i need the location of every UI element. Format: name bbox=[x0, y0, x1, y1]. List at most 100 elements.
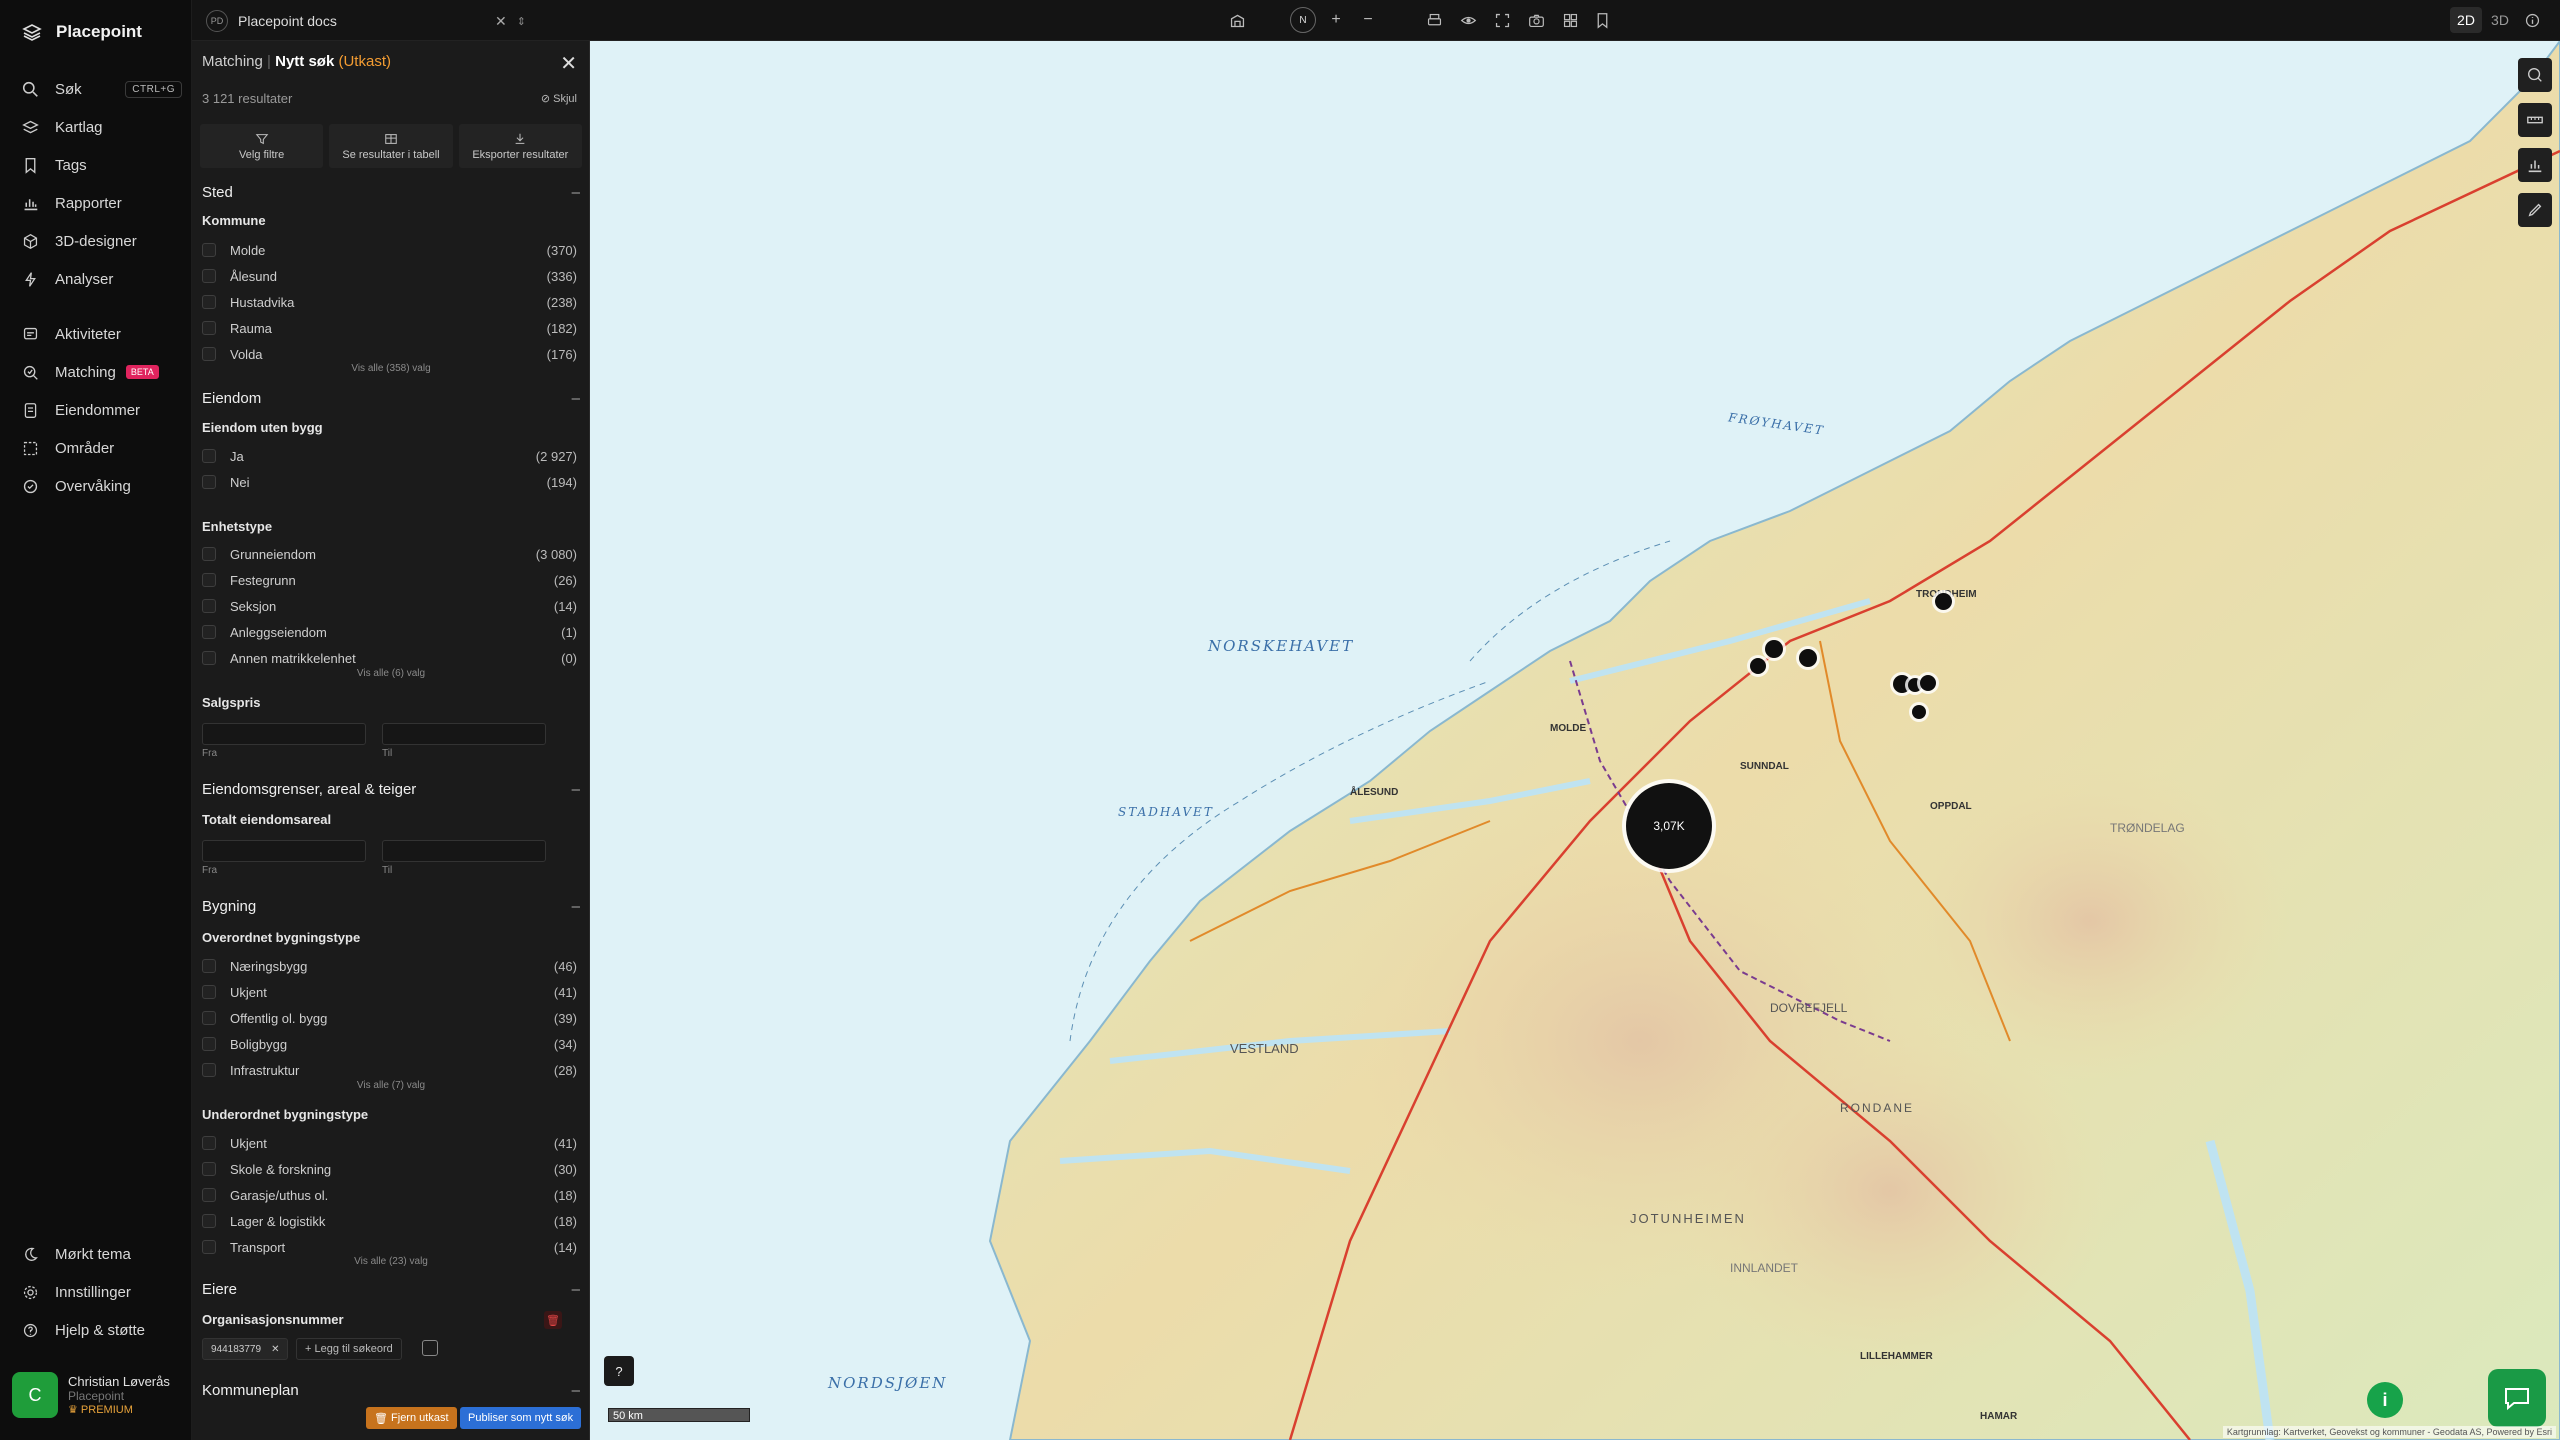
map-cluster-marker[interactable] bbox=[1750, 658, 1766, 674]
checkbox[interactable] bbox=[202, 269, 216, 283]
collapse-icon[interactable]: – bbox=[572, 184, 580, 201]
bookmark-icon[interactable] bbox=[1592, 10, 1612, 30]
buildings-icon[interactable] bbox=[1227, 10, 1247, 30]
checkbox[interactable] bbox=[202, 599, 216, 613]
collapse-icon[interactable]: – bbox=[572, 898, 580, 915]
nav-item-eiendommer[interactable]: Eiendommer bbox=[22, 398, 182, 422]
area-from-input[interactable] bbox=[202, 840, 366, 862]
filter-option[interactable]: Seksjon (14) bbox=[202, 597, 577, 615]
checkbox[interactable] bbox=[202, 1162, 216, 1176]
price-to-input[interactable] bbox=[382, 723, 546, 745]
chevron-updown-icon[interactable]: ⇕ bbox=[517, 15, 526, 28]
filter-option[interactable]: Ålesund (336) bbox=[202, 267, 577, 285]
map-cluster-marker[interactable] bbox=[1912, 705, 1926, 719]
export-results-button[interactable]: Eksporter resultater bbox=[458, 124, 582, 168]
chart-tool[interactable] bbox=[2518, 148, 2552, 182]
nav-item-analyser[interactable]: Analyser bbox=[22, 267, 182, 291]
section-eiere[interactable]: Eiere – bbox=[202, 1281, 580, 1298]
area-to-input[interactable] bbox=[382, 840, 546, 862]
grid-icon[interactable] bbox=[1560, 10, 1580, 30]
checkbox[interactable] bbox=[202, 959, 216, 973]
collapse-icon[interactable]: – bbox=[572, 781, 580, 798]
remove-draft-button[interactable]: 🗑 Fjern utkast bbox=[366, 1407, 457, 1429]
map-cluster-marker[interactable] bbox=[1935, 593, 1952, 610]
show-all-link[interactable]: Vis alle (358) valg bbox=[192, 363, 589, 374]
section-kommuneplan[interactable]: Kommuneplan – bbox=[202, 1382, 580, 1399]
nav-item-omrader[interactable]: Områder bbox=[22, 436, 182, 460]
collapse-icon[interactable]: – bbox=[572, 1382, 580, 1399]
nav-item-help[interactable]: Hjelp & støtte bbox=[22, 1318, 182, 1342]
hide-button[interactable]: ⊘ Skjul bbox=[541, 92, 577, 105]
filter-option[interactable]: Boligbygg (34) bbox=[202, 1035, 577, 1053]
nav-item-rapporter[interactable]: Rapporter bbox=[22, 191, 182, 215]
filter-option[interactable]: Infrastruktur (28) bbox=[202, 1061, 577, 1079]
eye-icon[interactable] bbox=[1458, 10, 1478, 30]
view-2d-toggle[interactable]: 2D bbox=[2450, 7, 2482, 33]
checkbox[interactable] bbox=[202, 1188, 216, 1202]
layer-search-tool[interactable] bbox=[2518, 58, 2552, 92]
camera-icon[interactable] bbox=[1526, 10, 1546, 30]
trash-icon[interactable]: 🗑 bbox=[544, 1311, 562, 1329]
show-all-link[interactable]: Vis alle (23) valg bbox=[192, 1256, 589, 1267]
choose-filters-button[interactable]: Velg filtre bbox=[200, 124, 324, 168]
checkbox[interactable] bbox=[202, 625, 216, 639]
copy-icon[interactable] bbox=[422, 1340, 438, 1356]
print-icon[interactable] bbox=[1424, 10, 1444, 30]
measure-tool[interactable] bbox=[2518, 103, 2552, 137]
draw-tool[interactable] bbox=[2518, 193, 2552, 227]
user-profile[interactable]: C Christian Løverås Placepoint ♛ PREMIUM bbox=[12, 1366, 182, 1424]
collapse-icon[interactable]: – bbox=[572, 390, 580, 407]
nav-item-3d-designer[interactable]: 3D-designer bbox=[22, 229, 182, 253]
zoom-in-icon[interactable]: + bbox=[1326, 10, 1346, 30]
workspace-select[interactable]: PD Placepoint docs ✕ ⇕ bbox=[206, 8, 526, 34]
nav-item-overvaking[interactable]: Overvåking bbox=[22, 474, 182, 498]
publish-button[interactable]: Publiser som nytt søk bbox=[460, 1407, 582, 1429]
section-bygning[interactable]: Bygning – bbox=[202, 898, 580, 915]
checkbox[interactable] bbox=[202, 1037, 216, 1051]
map-cluster-large[interactable]: 3,07K bbox=[1626, 783, 1712, 869]
checkbox[interactable] bbox=[202, 651, 216, 665]
map-cluster-marker[interactable] bbox=[1920, 675, 1936, 691]
collapse-icon[interactable]: – bbox=[572, 1281, 580, 1298]
price-from-input[interactable] bbox=[202, 723, 366, 745]
filter-option[interactable]: Annen matrikkelenhet (0) bbox=[202, 649, 577, 667]
filter-option[interactable]: Nei (194) bbox=[202, 473, 577, 491]
checkbox[interactable] bbox=[202, 1063, 216, 1077]
filter-option[interactable]: Volda (176) bbox=[202, 345, 577, 363]
filter-option[interactable]: Molde (370) bbox=[202, 241, 577, 259]
show-all-link[interactable]: Vis alle (6) valg bbox=[192, 668, 589, 679]
checkbox[interactable] bbox=[202, 475, 216, 489]
filter-option[interactable]: Grunneiendom (3 080) bbox=[202, 545, 577, 563]
nav-item-matching[interactable]: Matching BETA bbox=[22, 360, 182, 384]
zoom-out-icon[interactable]: − bbox=[1358, 10, 1378, 30]
nav-item-settings[interactable]: Innstillinger bbox=[22, 1280, 182, 1304]
filter-option[interactable]: Næringsbygg (46) bbox=[202, 957, 577, 975]
fullscreen-icon[interactable] bbox=[1492, 10, 1512, 30]
checkbox[interactable] bbox=[202, 1240, 216, 1254]
breadcrumb-parent[interactable]: Matching bbox=[202, 53, 263, 70]
show-all-link[interactable]: Vis alle (7) valg bbox=[192, 1080, 589, 1091]
nav-item-tags[interactable]: Tags bbox=[22, 153, 182, 177]
checkbox[interactable] bbox=[202, 1136, 216, 1150]
info-icon[interactable] bbox=[2522, 10, 2542, 30]
filter-option[interactable]: Anleggseiendom (1) bbox=[202, 623, 577, 641]
chat-button[interactable] bbox=[2488, 1369, 2546, 1427]
add-keyword-button[interactable]: + Legg til søkeord bbox=[296, 1338, 402, 1360]
checkbox[interactable] bbox=[202, 295, 216, 309]
checkbox[interactable] bbox=[202, 547, 216, 561]
filter-option[interactable]: Lager & logistikk (18) bbox=[202, 1212, 577, 1230]
checkbox[interactable] bbox=[202, 449, 216, 463]
filter-option[interactable]: Transport (14) bbox=[202, 1238, 577, 1256]
filter-option[interactable]: Hustadvika (238) bbox=[202, 293, 577, 311]
checkbox[interactable] bbox=[202, 985, 216, 999]
clear-icon[interactable]: ✕ bbox=[495, 13, 507, 30]
help-button[interactable]: ? bbox=[604, 1356, 634, 1386]
filter-option[interactable]: Garasje/uthus ol. (18) bbox=[202, 1186, 577, 1204]
checkbox[interactable] bbox=[202, 1011, 216, 1025]
section-grenser[interactable]: Eiendomsgrenser, areal & teiger – bbox=[202, 781, 580, 798]
map-cluster-marker[interactable] bbox=[1799, 649, 1817, 667]
compass-button[interactable]: N bbox=[1290, 7, 1316, 33]
checkbox[interactable] bbox=[202, 347, 216, 361]
nav-item-sok[interactable]: Søk CTRL+G bbox=[22, 77, 182, 101]
remove-keyword-icon[interactable]: ✕ bbox=[271, 1344, 279, 1355]
